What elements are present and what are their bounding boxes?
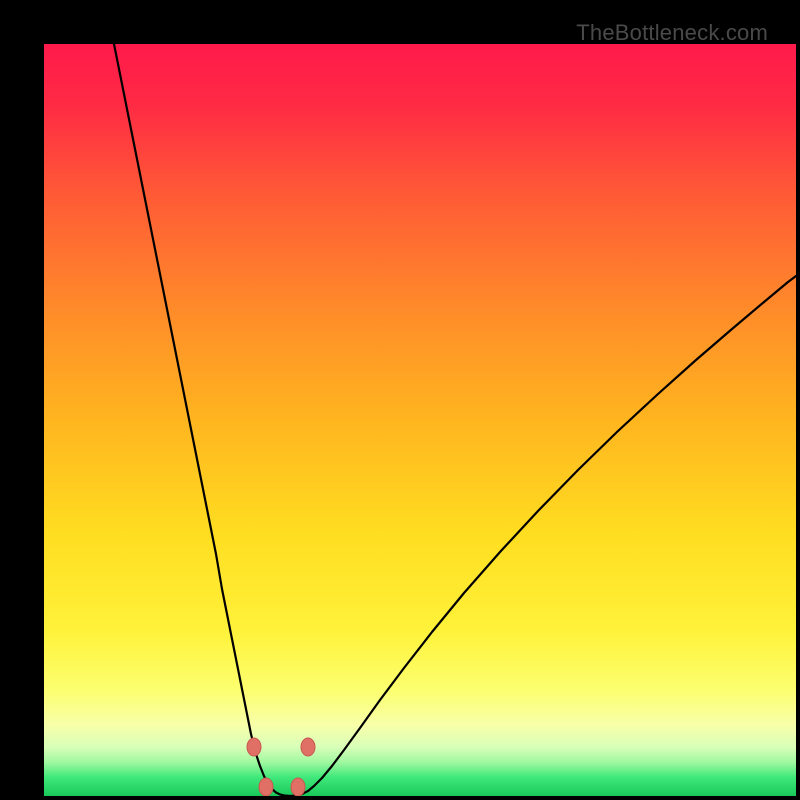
bottleneck-curve [44, 44, 796, 796]
watermark-text: TheBottleneck.com [576, 20, 768, 46]
chart-frame: TheBottleneck.com [20, 20, 780, 780]
curve-left-branch [114, 44, 290, 796]
highlight-dot [259, 778, 273, 796]
highlight-dot [291, 778, 305, 796]
highlight-dot [247, 738, 261, 756]
highlight-dot [301, 738, 315, 756]
plot-area [44, 44, 796, 796]
highlight-dots [247, 738, 315, 796]
curve-right-branch [290, 276, 796, 796]
